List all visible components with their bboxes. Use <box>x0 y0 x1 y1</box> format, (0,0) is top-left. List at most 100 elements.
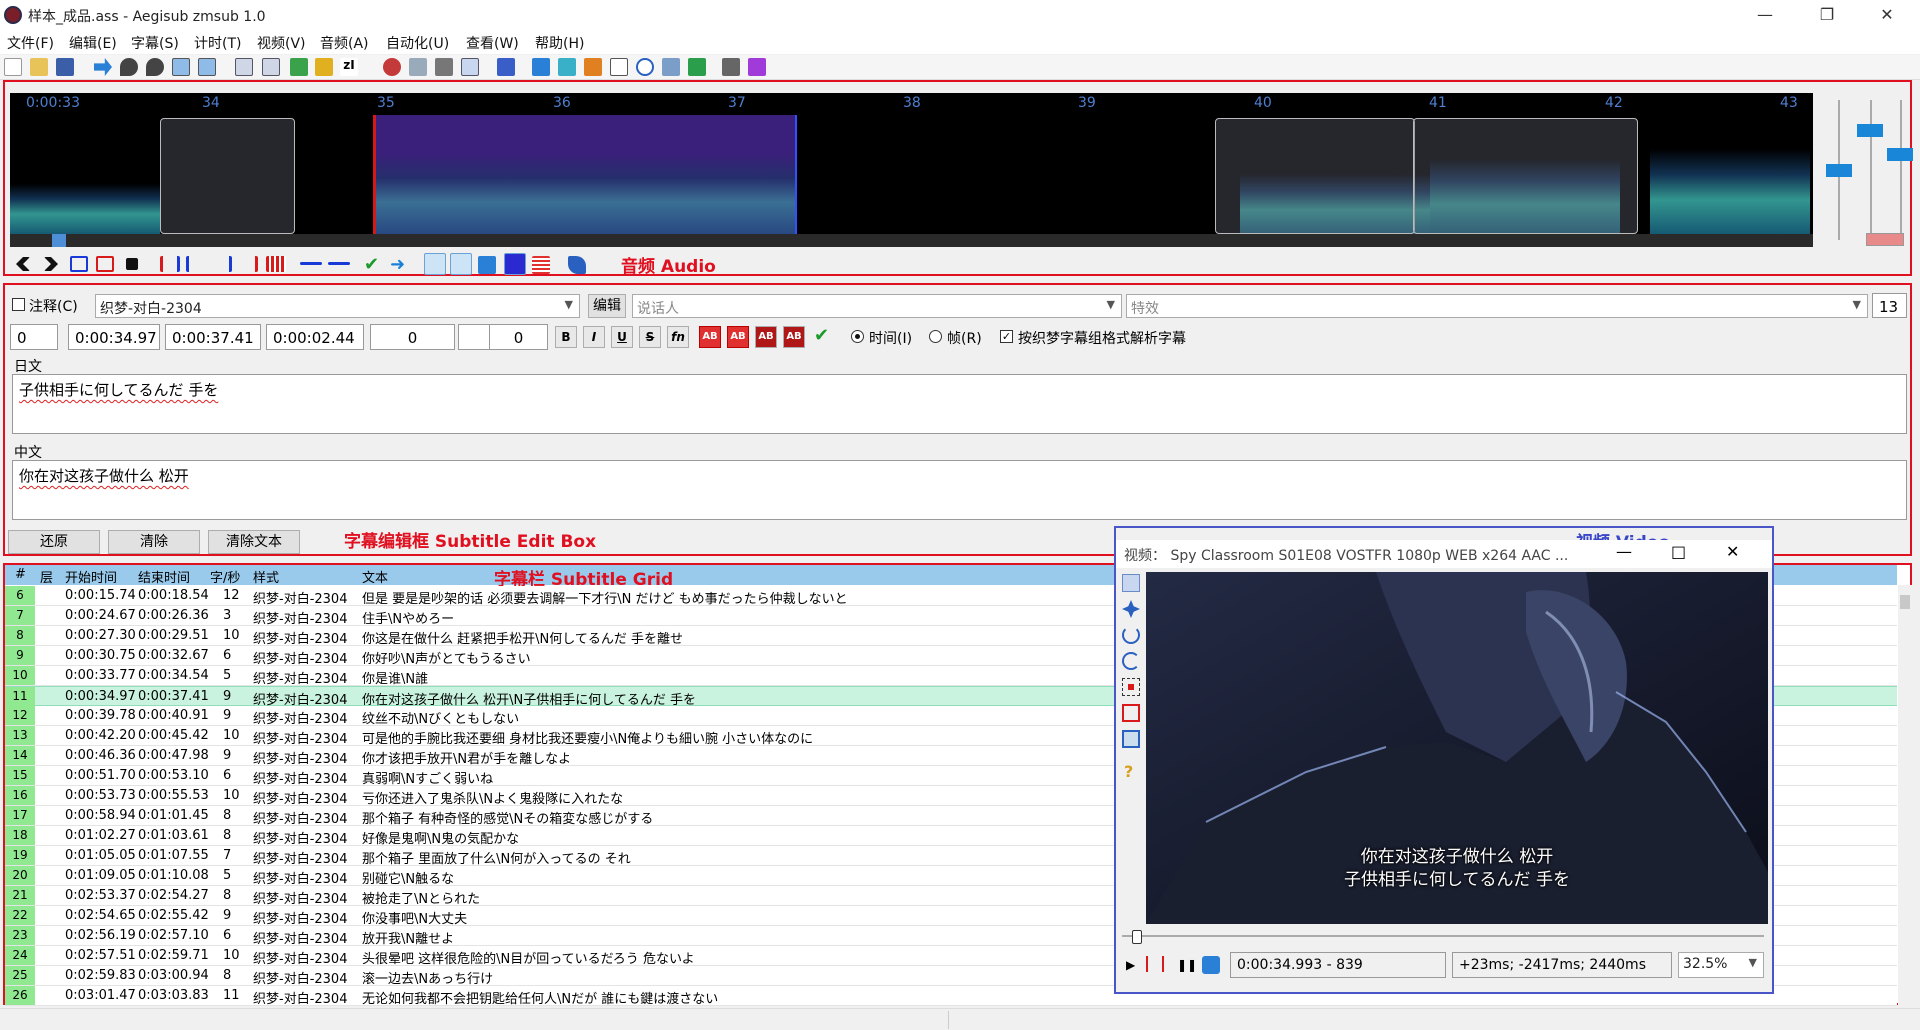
help-icon[interactable]: ? <box>1124 762 1133 781</box>
video-close-button[interactable]: ✕ <box>1726 542 1739 561</box>
select-lines-icon[interactable] <box>610 58 628 76</box>
effect-select[interactable]: 特效 ▼ <box>1126 294 1868 318</box>
auto-commit-icon[interactable] <box>424 253 446 275</box>
lead-out-icon[interactable] <box>328 262 350 265</box>
clear-text-button[interactable]: 清除文本 <box>208 530 300 554</box>
grid-scroll-thumb[interactable] <box>1900 595 1910 609</box>
audio-volume-thumb[interactable] <box>1857 124 1883 137</box>
audio-scrollbar[interactable] <box>10 234 1813 247</box>
close-button[interactable]: ✕ <box>1864 0 1910 30</box>
audio-vzoom-thumb[interactable] <box>1887 148 1913 161</box>
menu-timing[interactable]: 计时(T) <box>194 33 241 53</box>
menu-edit[interactable]: 编辑(E) <box>69 33 117 53</box>
minimize-button[interactable]: — <box>1742 0 1788 30</box>
layer-spin[interactable]: 0 <box>10 324 58 350</box>
rotate-xy-icon[interactable] <box>1122 652 1140 670</box>
drag-tool-icon[interactable] <box>1122 600 1140 618</box>
spectrum-mode-icon[interactable] <box>504 253 526 275</box>
outline-color-button[interactable]: AB <box>755 326 777 348</box>
selection-end-marker[interactable] <box>795 115 797 234</box>
shadow-color-button[interactable]: AB <box>783 326 805 348</box>
audio-volume-slider[interactable] <box>1870 100 1872 240</box>
selection-start-marker[interactable] <box>373 115 376 234</box>
save-icon[interactable] <box>56 58 74 76</box>
restore-button[interactable]: 还原 <box>8 530 100 554</box>
resample-icon[interactable] <box>409 58 427 76</box>
play-to-end-icon[interactable] <box>266 256 286 272</box>
duration-field[interactable]: 0:00:02.44 <box>266 324 364 350</box>
clip-tool-icon[interactable] <box>1122 704 1140 722</box>
video-seek-thumb[interactable] <box>1132 930 1142 944</box>
commit-check-icon[interactable]: ✔ <box>814 325 829 346</box>
time-radio[interactable] <box>851 330 864 343</box>
menu-subtitle[interactable]: 字幕(S) <box>131 33 179 53</box>
spell-check-icon[interactable] <box>584 58 602 76</box>
scale-tool-icon[interactable] <box>1122 678 1140 696</box>
menu-video[interactable]: 视频(V) <box>257 33 306 53</box>
clear-button[interactable]: 清除 <box>108 530 200 554</box>
menu-help[interactable]: 帮助(H) <box>535 33 584 53</box>
attachments-icon[interactable] <box>262 58 280 76</box>
end-time-field[interactable]: 0:00:37.41 <box>165 324 261 350</box>
italic-button[interactable]: I <box>583 326 605 348</box>
play-selection-icon[interactable] <box>70 256 88 272</box>
vector-clip-icon[interactable] <box>1122 730 1140 748</box>
comment-checkbox[interactable] <box>12 298 25 311</box>
stop-icon[interactable] <box>126 258 138 270</box>
rotate-z-icon[interactable] <box>1122 626 1140 644</box>
karaoke-split-icon[interactable] <box>568 256 586 274</box>
link-toggle[interactable] <box>1866 233 1904 246</box>
karaoke-icon[interactable]: zI <box>340 58 358 76</box>
properties-icon[interactable] <box>172 58 190 76</box>
karaoke-mode-icon[interactable] <box>532 256 550 274</box>
strikeout-button[interactable]: S <box>639 326 661 348</box>
cn-text-area[interactable]: 你在对这孩子做什么 松开 <box>12 460 1907 520</box>
video-time-field[interactable]: 0:00:34.993 - 839 <box>1230 952 1446 978</box>
styles-manager-icon[interactable] <box>235 58 253 76</box>
menu-view[interactable]: 查看(W) <box>466 33 519 53</box>
margin-field[interactable]: 13 <box>1872 293 1907 318</box>
audio-spectrum[interactable] <box>10 115 1813 234</box>
margin-left-field[interactable]: 0 <box>370 324 455 350</box>
video-minimize-button[interactable]: — <box>1616 542 1632 561</box>
underline-button[interactable]: U <box>611 326 633 348</box>
pause-icon[interactable]: ❚❚ <box>1177 958 1197 972</box>
play-after-icon[interactable] <box>238 256 258 272</box>
automation-icon[interactable] <box>383 58 401 76</box>
frame-radio[interactable] <box>929 330 942 343</box>
play-line-icon[interactable] <box>96 256 114 272</box>
menu-audio[interactable]: 音频(A) <box>320 33 369 53</box>
primary-color-button[interactable]: AB <box>699 326 721 348</box>
auto-scroll-icon[interactable] <box>478 256 496 274</box>
video-seek-track[interactable] <box>1122 935 1764 937</box>
lead-in-icon[interactable] <box>300 262 322 265</box>
menu-file[interactable]: 文件(F) <box>7 33 54 53</box>
play-icon[interactable]: ▶ <box>1126 958 1135 972</box>
check-icon[interactable] <box>688 58 706 76</box>
edit-style-button[interactable]: 编辑 <box>588 294 626 318</box>
jp-text-area[interactable]: 子供相手に何してるんだ 手を <box>12 374 1907 434</box>
new-file-icon[interactable] <box>4 58 22 76</box>
zoom-out-icon[interactable] <box>146 58 164 76</box>
grid-scrollbar[interactable] <box>1898 585 1912 1005</box>
clock-icon[interactable] <box>636 58 654 76</box>
style-select[interactable]: 织梦-对白-2304 ▼ <box>95 294 580 318</box>
maximize-button[interactable]: ❐ <box>1804 0 1850 30</box>
fonts-collector-icon[interactable] <box>290 58 308 76</box>
actor-select[interactable]: 说话人 ▼ <box>632 294 1122 318</box>
play-line-video-icon[interactable] <box>1146 956 1164 972</box>
play-begin-icon[interactable] <box>186 256 206 272</box>
open-file-icon[interactable] <box>30 58 48 76</box>
jump-to-icon[interactable] <box>94 58 112 76</box>
script-icon[interactable] <box>748 58 766 76</box>
audio-vzoom-slider[interactable] <box>1900 100 1902 240</box>
auto-scroll-video-icon[interactable] <box>1202 956 1220 974</box>
zoom-in-icon[interactable] <box>120 58 138 76</box>
audio-line-segment[interactable] <box>160 118 295 234</box>
video-offset-field[interactable]: +23ms; -2417ms; 2440ms <box>1452 952 1672 978</box>
video-maximize-button[interactable]: □ <box>1671 542 1686 561</box>
video-frame[interactable]: 你在对这孩子做什么 松开 子供相手に何してるんだ 手を <box>1146 572 1768 924</box>
styles-icon[interactable] <box>198 58 216 76</box>
find-replace-icon[interactable] <box>662 58 680 76</box>
audio-selection[interactable] <box>373 115 797 234</box>
